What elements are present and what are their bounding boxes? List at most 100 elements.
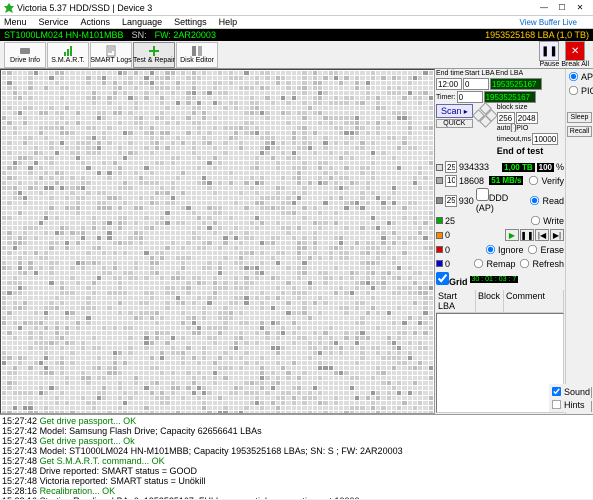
menu-service[interactable]: Service [39,17,69,27]
lat-thr-1[interactable] [445,175,457,187]
block-size-label: block size [497,104,528,111]
scan-map [0,69,435,414]
smart-button[interactable]: S.M.A.R.T. [47,42,89,68]
toolbar: Drive Info S.M.A.R.T. SMART Logs Test & … [0,41,593,69]
window-title: Victoria 5.37 HDD/SSD | Device 3 [17,3,535,13]
drive-lba: 1953525168 LBA (1,0 TB) [485,30,589,40]
pause-button[interactable]: ❚❚ [539,41,559,61]
bs2-input[interactable] [516,112,538,124]
pause-label: Pause [539,61,559,68]
sleep-button[interactable]: Sleep [567,112,592,123]
scan-button[interactable]: Scan ▸ [436,104,473,118]
latency-box-3 [436,217,443,224]
break-label: Break All [561,61,589,68]
end-time-label: End time [436,70,464,77]
start-lba-input[interactable] [463,78,489,90]
timer-input[interactable] [457,91,483,103]
break-all-button[interactable]: ✕ [565,41,585,61]
drive-fw: FW: 2AR20003 [155,30,216,40]
percent-unit: % [556,162,564,172]
latency-box-0 [436,164,443,171]
position-input[interactable] [484,91,536,103]
defect-table-body[interactable] [436,313,564,413]
defect-table-header: Start LBA Block Comment [436,290,564,313]
play-button[interactable]: ▶ [505,229,519,241]
capacity-badge: 1,00 TB [502,163,534,172]
speed-badge: 51 MB/s [489,176,523,185]
nav-diamond[interactable] [474,104,496,126]
start-lba-label: Start LBA [465,70,495,77]
view-buffer-link[interactable]: View Buffer Live [519,18,577,27]
menubar: Menu Service Actions Language Settings H… [0,16,593,29]
close-button[interactable]: ✕ [571,2,589,14]
drive-info-button[interactable]: Drive Info [4,42,46,68]
timer-label: Timer: [436,94,456,101]
auto-pio-label: auto[ ]PIO [497,125,529,132]
timeout-label: timeout,ms [497,136,531,143]
bs1-input[interactable] [497,112,515,124]
drive-infobar: ST1000LM024 HN-M101MBB SN: FW: 2AR20003 … [0,29,593,41]
app-icon [4,3,14,13]
timeout-input[interactable] [532,133,558,145]
ddd-check[interactable]: DDD (AP) [476,188,527,213]
lat-thr-0[interactable] [445,161,457,173]
end-time-input[interactable] [436,78,462,90]
lat-cnt-4: 0 [445,230,450,240]
col-comment: Comment [504,290,564,312]
latency-box-1 [436,177,443,184]
recall-button[interactable]: Recall [567,126,592,137]
minimize-button[interactable]: — [535,2,553,14]
write-radio[interactable]: Write [529,214,564,227]
test-repair-button[interactable]: Test & Repair [133,42,175,68]
footer-options: Sound Hints [549,384,591,412]
menu-menu[interactable]: Menu [4,17,27,27]
maximize-button[interactable]: ☐ [553,2,571,14]
latency-box-2 [436,197,443,204]
menu-help[interactable]: Help [219,17,238,27]
smart-logs-button[interactable]: SMART Logs [90,42,132,68]
lat-cnt-6: 0 [445,259,450,269]
ignore-radio[interactable]: Ignore [484,243,524,256]
sound-check[interactable]: Sound [550,385,590,398]
disk-editor-button[interactable]: Disk Editor [176,42,218,68]
col-start-lba: Start LBA [436,290,476,312]
refresh-radio[interactable]: Refresh [518,257,564,270]
grid-value: 30 : 01 : 03 : 7 [470,276,519,283]
end-of-test-label: End of test [497,146,544,156]
hints-check[interactable]: Hints [550,398,590,411]
menu-language[interactable]: Language [122,17,162,27]
control-panel: End time Start LBA End LBA Timer: Scan ▸… [435,69,565,414]
latency-box-6 [436,260,443,267]
percent-badge: 100 [537,163,554,172]
lat-cnt-1: 18608 [459,176,484,186]
lat-cnt-5: 0 [445,245,450,255]
latency-stats: 934333 1,00 TB 100% 18608 51 MB/s Verify… [436,160,564,271]
end-lba-input[interactable] [490,78,542,90]
remap-radio[interactable]: Remap [472,257,515,270]
menu-actions[interactable]: Actions [81,17,111,27]
titlebar: Victoria 5.37 HDD/SSD | Device 3 — ☐ ✕ [0,0,593,16]
prev-button[interactable]: |◀ [535,229,549,241]
pause-small-button[interactable]: ❚❚ [520,229,534,241]
lat-cnt-0: 934333 [459,162,489,172]
lat-cnt-2: 930 [459,196,474,206]
lat-cnt-3: 25 [445,216,455,226]
col-block: Block [476,290,504,312]
api-radio[interactable]: API [567,70,592,83]
verify-radio[interactable]: Verify [527,174,564,187]
next-button[interactable]: ▶| [550,229,564,241]
grid-check[interactable]: Grid [436,272,468,287]
side-panel: API PIO Sleep Recall Get Passp [565,69,593,414]
menu-settings[interactable]: Settings [174,17,207,27]
quick-button[interactable]: QUICK [436,119,473,128]
read-radio[interactable]: Read [528,194,564,207]
latency-box-4 [436,232,443,239]
lat-thr-2[interactable] [445,195,457,207]
latency-box-5 [436,246,443,253]
drive-model: ST1000LM024 HN-M101MBB [4,30,124,40]
end-lba-label: End LBA [496,70,524,77]
log-panel[interactable]: 15:27:42 Get drive passport... OK15:27:4… [0,414,593,499]
pio-radio[interactable]: PIO [567,84,592,97]
erase-radio[interactable]: Erase [526,243,564,256]
drive-sn-label: SN: [132,30,147,40]
